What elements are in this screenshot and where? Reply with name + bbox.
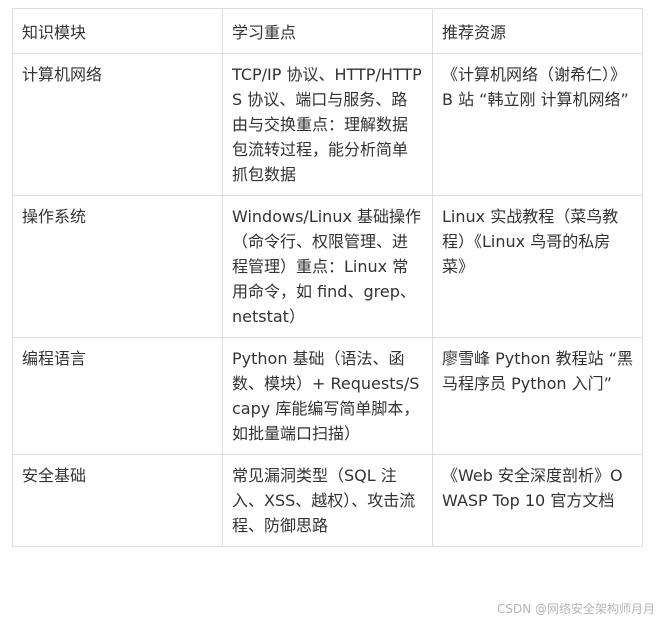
table-row: 安全基础 常见漏洞类型（SQL 注入、XSS、越权）、攻击流程、防御思路 《We… bbox=[12, 454, 643, 547]
table-row: 计算机网络 TCP/IP 协议、HTTP/HTTPS 协议、端口与服务、路由与交… bbox=[12, 53, 643, 196]
knowledge-table: 知识模块 学习重点 推荐资源 计算机网络 TCP/IP 协议、HTTP/HTTP… bbox=[12, 8, 643, 547]
table-row: 编程语言 Python 基础（语法、函数、模块）+ Requests/Scapy… bbox=[12, 337, 643, 455]
cell-module: 编程语言 bbox=[12, 337, 223, 455]
cell-resources: 《Web 安全深度剖析》OWASP Top 10 官方文档 bbox=[432, 454, 643, 547]
cell-focus: TCP/IP 协议、HTTP/HTTPS 协议、端口与服务、路由与交换重点：理解… bbox=[222, 53, 433, 196]
cell-resources: 《计算机网络（谢希仁）》B 站 “韩立刚 计算机网络” bbox=[432, 53, 643, 196]
cell-focus: Python 基础（语法、函数、模块）+ Requests/Scapy 库能编写… bbox=[222, 337, 433, 455]
cell-focus: Windows/Linux 基础操作（命令行、权限管理、进程管理）重点：Linu… bbox=[222, 195, 433, 338]
cell-resources: 廖雪峰 Python 教程站 “黑马程序员 Python 入门” bbox=[432, 337, 643, 455]
cell-module: 计算机网络 bbox=[12, 53, 223, 196]
header-module: 知识模块 bbox=[12, 8, 223, 54]
header-focus: 学习重点 bbox=[222, 8, 433, 54]
knowledge-table-container: 知识模块 学习重点 推荐资源 计算机网络 TCP/IP 协议、HTTP/HTTP… bbox=[12, 8, 643, 547]
cell-focus: 常见漏洞类型（SQL 注入、XSS、越权）、攻击流程、防御思路 bbox=[222, 454, 433, 547]
cell-module: 安全基础 bbox=[12, 454, 223, 547]
cell-module: 操作系统 bbox=[12, 195, 223, 338]
cell-resources: Linux 实战教程（菜鸟教程）《Linux 鸟哥的私房菜》 bbox=[432, 195, 643, 338]
header-resources: 推荐资源 bbox=[432, 8, 643, 54]
table-row: 操作系统 Windows/Linux 基础操作（命令行、权限管理、进程管理）重点… bbox=[12, 195, 643, 338]
table-header-row: 知识模块 学习重点 推荐资源 bbox=[12, 8, 643, 54]
csdn-watermark: CSDN @网络安全架构师月月 bbox=[496, 602, 655, 616]
